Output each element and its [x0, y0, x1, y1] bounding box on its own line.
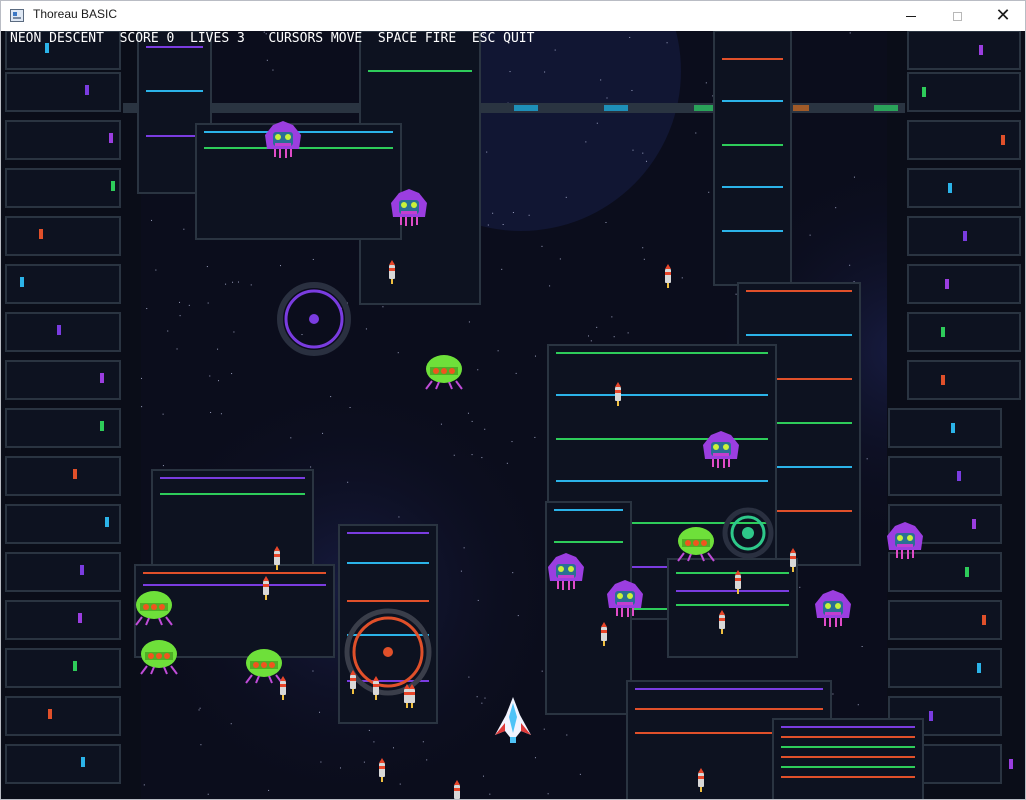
lives-readout: LIVES 3: [190, 31, 245, 46]
minimize-button[interactable]: [888, 1, 934, 31]
score-readout: SCORE 0: [119, 31, 175, 46]
close-icon: ✕: [995, 5, 1011, 26]
maximize-button[interactable]: [934, 1, 980, 31]
game-window: Thoreau BASIC ✕ NEON DESCENT SCORE 0 LIV…: [0, 0, 1026, 800]
close-button[interactable]: ✕: [980, 1, 1025, 31]
hint-move: CURSORS MOVE: [268, 31, 363, 46]
right-tower: [887, 31, 1025, 799]
game-canvas[interactable]: NEON DESCENT SCORE 0 LIVES 3 CURSORS MOV…: [1, 31, 1025, 799]
hud-bar: NEON DESCENT SCORE 0 LIVES 3 CURSORS MOV…: [10, 31, 534, 47]
game-scene: [1, 31, 1025, 799]
window-title: Thoreau BASIC: [33, 7, 118, 21]
app-icon: [10, 9, 24, 22]
minimize-icon: [906, 15, 916, 17]
hint-fire: SPACE FIRE: [377, 31, 457, 46]
game-title-label: NEON DESCENT: [10, 31, 104, 46]
hint-quit: ESC QUIT: [471, 31, 535, 46]
left-tower: [1, 31, 141, 799]
green-ring-node: [722, 507, 774, 559]
maximize-icon: [952, 11, 962, 21]
title-bar[interactable]: Thoreau BASIC ✕: [1, 1, 1025, 31]
